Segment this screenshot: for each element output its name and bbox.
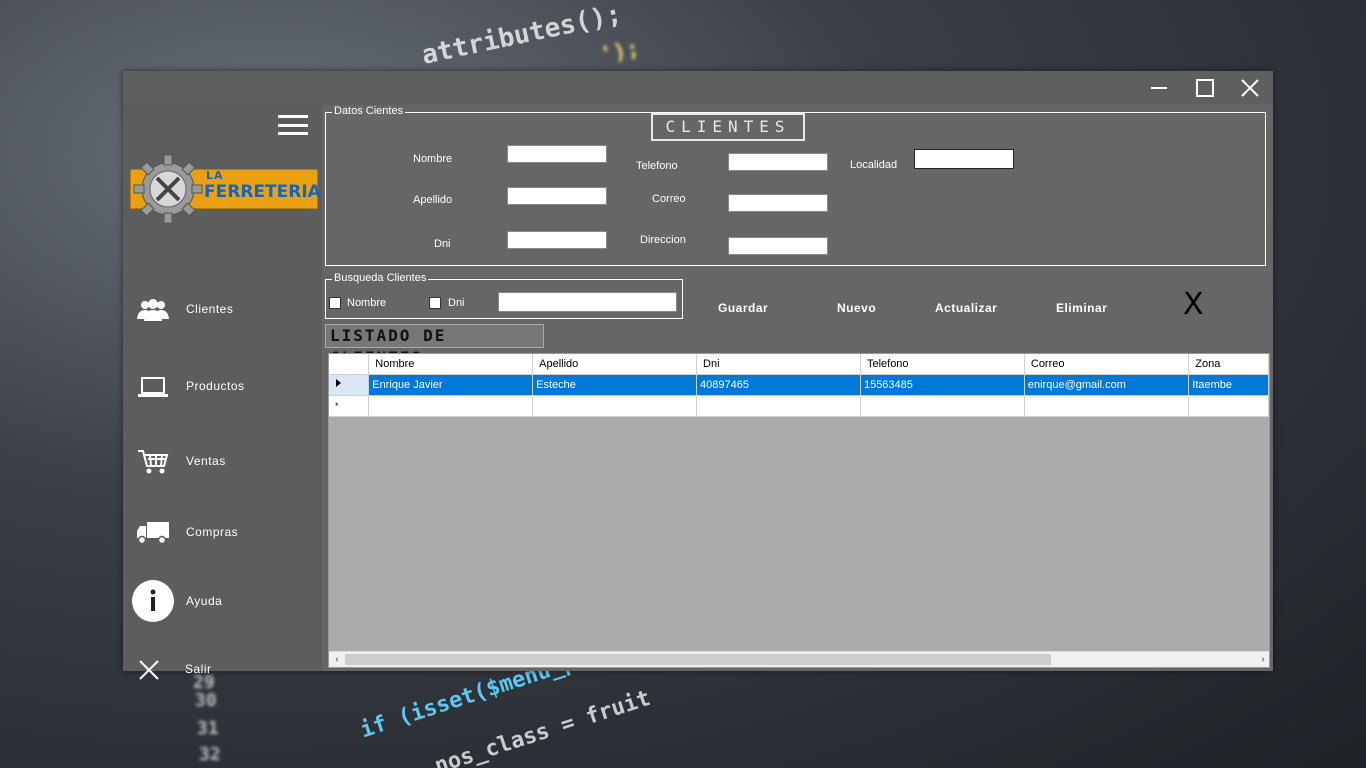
sidebar: LA FERRETERIA Clientes Productos Ventas … (123, 105, 322, 680)
column-header[interactable]: Telefono (860, 354, 1025, 375)
telefono-field[interactable] (728, 153, 828, 171)
column-header[interactable]: Dni (696, 354, 861, 375)
nombre-field[interactable] (507, 145, 607, 163)
minimize-button[interactable] (1136, 71, 1182, 105)
table-cell[interactable] (532, 395, 698, 417)
nav-item-ventas[interactable]: Ventas (123, 437, 322, 487)
clientes-table: Nombre Apellido Dni Telefono Correo Zona… (329, 354, 1269, 417)
table-cell[interactable]: Enrique Javier (368, 374, 534, 396)
label-nombre: Nombre (413, 153, 453, 165)
checkbox-dni[interactable] (429, 297, 441, 309)
info-icon (131, 579, 175, 623)
logo-text-ferreteria: FERRETERIA (204, 182, 321, 202)
column-header[interactable]: Correo (1024, 354, 1190, 375)
table-cell[interactable]: 15563485 (860, 374, 1025, 396)
listado-clientes-title: LISTADO DE CLIENTES (325, 324, 544, 367)
table-cell[interactable] (1188, 395, 1269, 417)
table-cell[interactable]: Itaembe (1188, 374, 1269, 396)
close-button[interactable] (1227, 71, 1273, 105)
nav-item-compras[interactable]: Compras (123, 508, 322, 558)
column-header[interactable]: Zona (1188, 354, 1269, 375)
table-cell[interactable]: Esteche (532, 374, 698, 396)
table-cell[interactable] (696, 395, 861, 417)
users-icon (135, 293, 171, 327)
laptop-icon (135, 370, 171, 404)
scroll-left-icon[interactable]: ‹ (329, 653, 345, 667)
clientes-data-grid[interactable]: Nombre Apellido Dni Telefono Correo Zona… (328, 353, 1270, 668)
horizontal-scrollbar[interactable]: ‹ › (329, 651, 1269, 667)
maximize-button[interactable] (1182, 71, 1228, 105)
label-localidad: Localidad (850, 159, 898, 171)
close-form-button[interactable]: X (1183, 287, 1204, 322)
bg-code-decor: '); (597, 36, 642, 69)
nav-label-clientes: Clientes (186, 302, 234, 316)
table-row[interactable]: Enrique Javier Esteche 40897465 15563485… (329, 374, 1269, 396)
nav-label-ayuda: Ayuda (186, 594, 223, 608)
search-input[interactable] (498, 292, 677, 312)
label-telefono: Telefono (636, 160, 678, 172)
table-cell[interactable]: enirque@gmail.com (1024, 374, 1190, 396)
actualizar-button[interactable]: Actualizar (935, 301, 997, 315)
nuevo-button[interactable]: Nuevo (837, 301, 876, 315)
correo-field[interactable] (728, 194, 828, 212)
exit-close-icon (131, 653, 167, 687)
nav-item-clientes[interactable]: Clientes (123, 285, 322, 335)
localidad-field[interactable] (914, 149, 1014, 169)
cart-icon (135, 445, 171, 479)
row-selector-icon[interactable] (329, 374, 370, 396)
nav-item-salir[interactable]: Salir (123, 645, 322, 695)
nav-label-compras: Compras (186, 525, 239, 539)
eliminar-button[interactable]: Eliminar (1056, 301, 1107, 315)
minimize-icon (1151, 87, 1167, 89)
logo: LA FERRETERIA (128, 153, 321, 225)
checkbox-nombre-label: Nombre (347, 297, 387, 309)
maximize-icon (1196, 79, 1214, 97)
dni-field[interactable] (507, 231, 607, 249)
gear-logo-icon (133, 154, 203, 224)
hamburger-menu-icon[interactable] (278, 115, 308, 135)
row-header-corner (329, 354, 370, 375)
table-header-row: Nombre Apellido Dni Telefono Correo Zona (329, 354, 1269, 375)
table-cell[interactable] (860, 395, 1025, 417)
bg-gutter-number: 31 (197, 718, 219, 739)
nav-label-productos: Productos (186, 379, 245, 393)
scroll-right-icon[interactable]: › (1255, 653, 1269, 667)
column-header[interactable]: Nombre (368, 354, 534, 375)
close-icon (1241, 79, 1259, 97)
app-window: LA FERRETERIA Clientes Productos Ventas … (123, 71, 1273, 680)
column-header[interactable]: Apellido (532, 354, 698, 375)
table-new-row[interactable]: * (329, 395, 1269, 417)
direccion-field[interactable] (728, 237, 828, 255)
scrollbar-thumb[interactable] (345, 654, 1051, 665)
table-cell[interactable] (1024, 395, 1190, 417)
nav-label-ventas: Ventas (186, 454, 226, 468)
table-cell[interactable]: 40897465 (696, 374, 861, 396)
label-direccion: Direccion (640, 234, 686, 246)
logo-text-la: LA (206, 169, 224, 182)
new-row-marker: * (329, 395, 370, 417)
apellido-field[interactable] (507, 187, 607, 205)
title-bar[interactable] (123, 71, 1273, 105)
table-cell[interactable] (368, 395, 534, 417)
checkbox-dni-label: Dni (448, 297, 465, 309)
label-correo: Correo (652, 193, 686, 205)
nav-label-salir: Salir (185, 662, 212, 676)
truck-icon (135, 516, 171, 550)
busqueda-clientes-title: Busqueda Clientes (332, 272, 429, 284)
bg-gutter-number: 32 (199, 744, 221, 765)
bg-code-line: attributes(); (419, 0, 625, 71)
clientes-heading: CLIENTES (651, 113, 805, 141)
checkbox-nombre[interactable] (329, 297, 341, 309)
nav-item-ayuda[interactable]: Ayuda (123, 577, 322, 627)
nav-item-productos[interactable]: Productos (123, 362, 322, 412)
label-dni: Dni (434, 238, 451, 250)
guardar-button[interactable]: Guardar (718, 301, 768, 315)
label-apellido: Apellido (413, 194, 453, 206)
datos-clientes-title: Datos Cientes (332, 105, 406, 117)
